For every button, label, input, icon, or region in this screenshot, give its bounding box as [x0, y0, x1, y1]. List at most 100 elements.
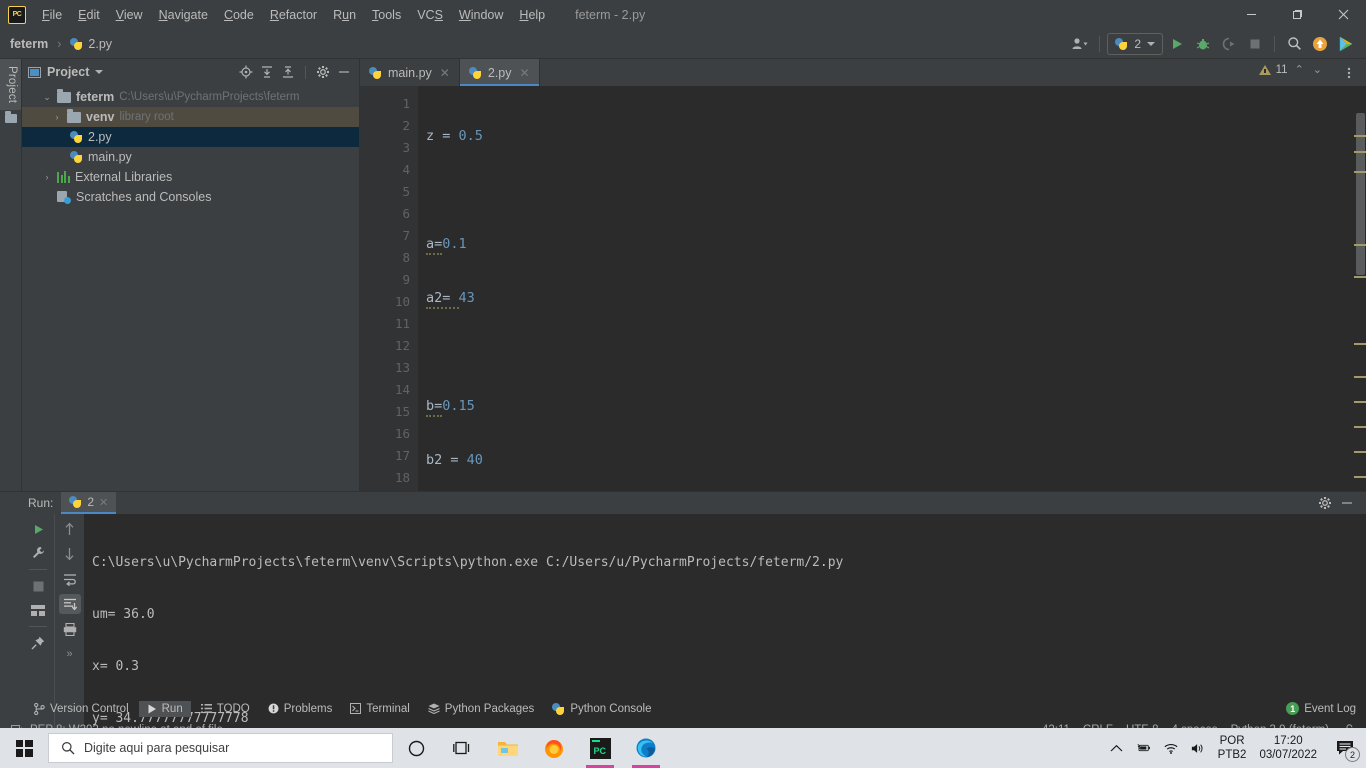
rerun-button[interactable]: [27, 519, 49, 539]
firefox-icon[interactable]: [531, 728, 577, 768]
menu-window[interactable]: Window: [451, 4, 511, 26]
edit-configuration-icon[interactable]: [27, 543, 49, 563]
toolbar-divider: [29, 569, 47, 570]
menu-file[interactable]: File: [34, 4, 70, 26]
previous-occurrence-icon[interactable]: [59, 519, 81, 539]
close-tab-icon[interactable]: ✕: [519, 66, 529, 80]
more-actions-icon[interactable]: »: [59, 644, 81, 664]
search-placeholder: Digite aqui para pesquisar: [84, 741, 230, 755]
tool-window-python-console[interactable]: Python Console: [544, 700, 659, 718]
tool-window-run[interactable]: Run: [138, 700, 191, 717]
tab-label: main.py: [388, 65, 432, 80]
tool-window-python-packages[interactable]: Python Packages: [420, 701, 543, 717]
tool-window-todo[interactable]: TODO: [193, 701, 258, 717]
menu-run[interactable]: Run: [325, 4, 364, 26]
battery-icon[interactable]: [1137, 741, 1151, 755]
stop-button[interactable]: [1243, 33, 1267, 55]
hide-panel-icon[interactable]: [335, 63, 353, 81]
editor-scrollbar[interactable]: [1354, 113, 1366, 491]
taskbar-search-input[interactable]: Digite aqui para pesquisar: [48, 733, 393, 763]
next-occurrence-icon[interactable]: [59, 544, 81, 564]
list-icon: [200, 704, 212, 713]
branch-icon: [34, 702, 45, 715]
run-with-coverage-button[interactable]: [1217, 33, 1241, 55]
editor-options-icon[interactable]: [1340, 64, 1358, 82]
tree-item-2py[interactable]: 2.py: [22, 127, 359, 147]
menu-view[interactable]: View: [108, 4, 151, 26]
tree-item-scratches[interactable]: Scratches and Consoles: [22, 187, 359, 207]
tree-item-feterm[interactable]: ⌄ feterm C:\Users\u\PycharmProjects\fete…: [22, 87, 359, 107]
next-problem-icon[interactable]: ⌄: [1311, 63, 1324, 76]
menu-navigate[interactable]: Navigate: [151, 4, 216, 26]
collapse-all-icon[interactable]: [279, 63, 297, 81]
sidebar-tab-project[interactable]: Project: [0, 59, 21, 111]
minimize-button[interactable]: [1228, 0, 1274, 29]
event-log-widget[interactable]: 1 Event Log: [1286, 702, 1366, 715]
breadcrumb-project[interactable]: feterm: [10, 37, 48, 51]
tree-item-external-libraries[interactable]: › External Libraries: [22, 167, 359, 187]
cortana-icon[interactable]: [393, 728, 439, 768]
menu-tools[interactable]: Tools: [364, 4, 409, 26]
wifi-icon[interactable]: [1164, 741, 1178, 755]
menu-edit[interactable]: Edit: [70, 4, 108, 26]
profiler-icon[interactable]: [1334, 33, 1358, 55]
project-panel-header: Project: [22, 59, 359, 85]
hide-run-panel-icon[interactable]: [1338, 494, 1356, 512]
menu-refactor[interactable]: Refactor: [262, 4, 325, 26]
run-tab-2[interactable]: 2 ✕: [61, 492, 117, 514]
search-everywhere-icon[interactable]: [1282, 33, 1306, 55]
chevron-right-icon[interactable]: ›: [42, 172, 52, 182]
clock[interactable]: 17:20 03/07/2022: [1259, 734, 1317, 762]
breadcrumb-file[interactable]: 2.py: [88, 37, 112, 51]
volume-icon[interactable]: [1191, 741, 1205, 755]
gear-icon[interactable]: [314, 63, 332, 81]
stop-process-button[interactable]: [27, 576, 49, 596]
user-account-icon[interactable]: [1068, 33, 1092, 55]
tool-window-version-control[interactable]: Version Control: [26, 701, 137, 717]
warning-count: 11: [1275, 63, 1288, 76]
tree-sublabel: library root: [119, 111, 174, 123]
pycharm-taskbar-icon[interactable]: PC: [577, 728, 623, 768]
menu-help[interactable]: Help: [511, 4, 553, 26]
start-button[interactable]: [0, 728, 48, 768]
notification-center-icon[interactable]: 2: [1330, 732, 1360, 764]
code-editor[interactable]: 1 2 3 4 5 6 7 8 9 10 11 12 13 14 15 16 1: [360, 86, 1366, 491]
expand-all-icon[interactable]: [258, 63, 276, 81]
update-project-icon[interactable]: [1308, 33, 1332, 55]
pin-tab-icon[interactable]: [27, 633, 49, 653]
menu-vcs[interactable]: VCS: [409, 4, 451, 26]
scroll-to-end-icon[interactable]: [58, 594, 81, 614]
code-content[interactable]: z = 0.5 a=0.1 a2= 43 b=0.15 b2 = 40 c = …: [418, 86, 1366, 491]
tool-window-problems[interactable]: Problems: [260, 701, 341, 717]
debug-button[interactable]: [1191, 33, 1215, 55]
project-dropdown-icon[interactable]: [95, 70, 104, 74]
show-hidden-icons-icon[interactable]: [1110, 741, 1124, 755]
gear-icon[interactable]: [1316, 494, 1334, 512]
previous-problem-icon[interactable]: ⌃: [1293, 63, 1306, 76]
select-opened-file-icon[interactable]: [237, 63, 255, 81]
maximize-button[interactable]: [1274, 0, 1320, 29]
tab-2-py[interactable]: 2.py ✕: [459, 59, 540, 86]
file-explorer-icon[interactable]: [485, 728, 531, 768]
language-indicator[interactable]: POR PTB2: [1218, 734, 1247, 762]
scrollbar-thumb[interactable]: [1356, 113, 1365, 275]
close-button[interactable]: [1320, 0, 1366, 29]
chevron-down-icon[interactable]: ⌄: [42, 92, 52, 103]
close-tab-icon[interactable]: ✕: [440, 66, 450, 80]
tree-item-mainpy[interactable]: main.py: [22, 147, 359, 167]
chevron-right-icon[interactable]: ›: [52, 112, 62, 122]
layout-settings-icon[interactable]: [27, 600, 49, 620]
run-button[interactable]: [1165, 33, 1189, 55]
run-configuration-selector[interactable]: 2: [1107, 32, 1163, 55]
soft-wrap-icon[interactable]: [59, 569, 81, 589]
menu-code[interactable]: Code: [216, 4, 262, 26]
print-icon[interactable]: [59, 619, 81, 639]
close-run-tab-icon[interactable]: ✕: [99, 496, 108, 509]
task-view-icon[interactable]: [439, 728, 485, 768]
tool-window-terminal[interactable]: Terminal: [342, 701, 417, 717]
edge-icon[interactable]: [623, 728, 669, 768]
inspection-widget[interactable]: 11 ⌃ ⌄: [1258, 63, 1324, 76]
tab-main-py[interactable]: main.py ✕: [360, 59, 460, 86]
tree-item-venv[interactable]: › venv library root: [22, 107, 359, 127]
